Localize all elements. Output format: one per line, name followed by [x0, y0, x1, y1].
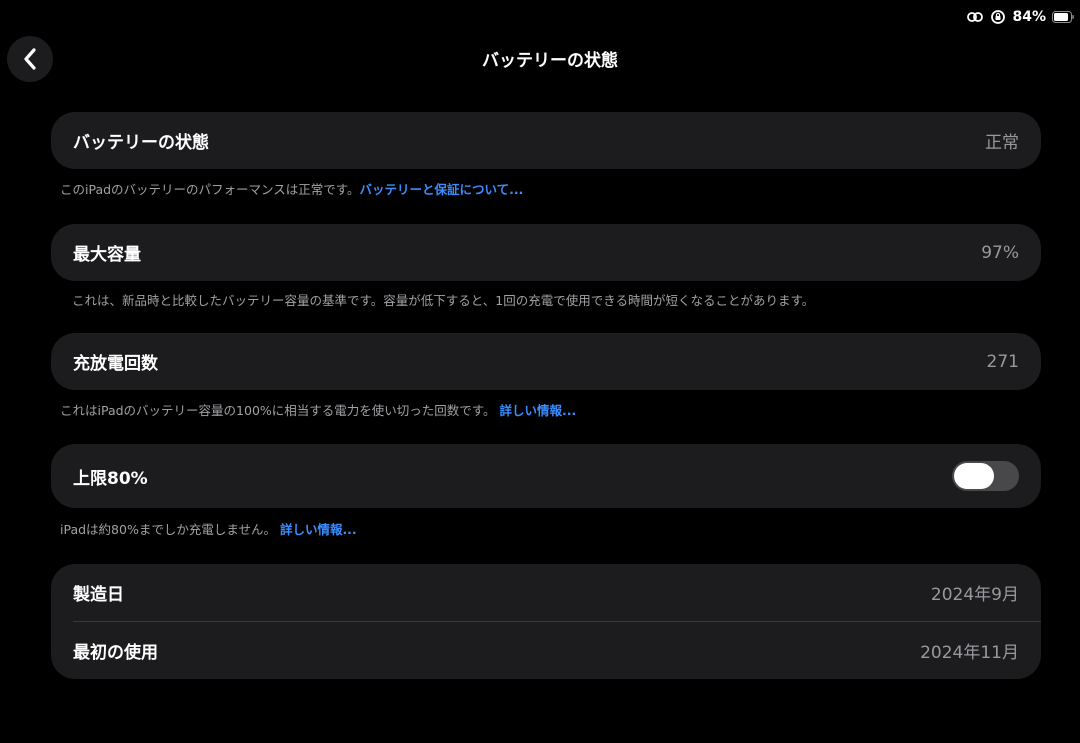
- cycle-count-more-link[interactable]: 詳しい情報...: [500, 403, 577, 418]
- manufacture-date-value: 2024年9月: [930, 585, 1019, 605]
- charge-limit-label: 上限80%: [73, 468, 148, 489]
- battery-health-label: バッテリーの状態: [73, 133, 209, 153]
- battery-icon: [1052, 11, 1074, 23]
- charge-limit-toggle[interactable]: [952, 461, 1019, 491]
- rotation-lock-icon: [991, 10, 1006, 24]
- first-use-value: 2024年11月: [920, 643, 1019, 663]
- first-use-label: 最初の使用: [73, 643, 158, 663]
- page-title: バッテリーの状態: [482, 51, 618, 71]
- battery-warranty-link[interactable]: バッテリーと保証について...: [360, 182, 524, 197]
- max-capacity-label: 最大容量: [73, 245, 141, 265]
- cycle-count-footnote-text: これはiPadのバッテリー容量の100%に相当する電力を使い切った回数です。: [60, 403, 496, 418]
- max-capacity-card: 最大容量 97%: [51, 224, 1041, 281]
- toggle-knob: [954, 463, 994, 489]
- max-capacity-value: 97%: [981, 242, 1019, 263]
- charge-limit-more-link[interactable]: 詳しい情報...: [280, 522, 357, 537]
- manufacture-date-label: 製造日: [73, 585, 124, 605]
- battery-health-row: バッテリーの状態 正常: [51, 112, 1041, 169]
- charge-limit-card: 上限80%: [51, 444, 1041, 508]
- max-capacity-footnote: これは、新品時と比較したバッテリー容量の基準です。容量が低下すると、1回の充電で…: [72, 293, 815, 308]
- max-capacity-row: 最大容量 97%: [51, 224, 1041, 281]
- first-use-row: 最初の使用 2024年11月: [51, 622, 1041, 679]
- battery-health-card: バッテリーの状態 正常: [51, 112, 1041, 169]
- charge-limit-footnote-text: iPadは約80%までしか充電しません。: [60, 522, 276, 537]
- battery-health-footnote-text: このiPadのバッテリーのパフォーマンスは正常です。: [60, 182, 360, 197]
- cycle-count-row: 充放電回数 271: [51, 333, 1041, 390]
- manufacture-date-row: 製造日 2024年9月: [51, 564, 1041, 621]
- dates-card: 製造日 2024年9月 最初の使用 2024年11月: [51, 564, 1041, 679]
- battery-percent: 84%: [1012, 9, 1046, 25]
- status-bar: 84%: [966, 7, 1074, 27]
- cycle-count-value: 271: [986, 351, 1019, 372]
- cycle-count-label: 充放電回数: [73, 354, 158, 374]
- cycle-count-footnote: これはiPadのバッテリー容量の100%に相当する電力を使い切った回数です。 詳…: [60, 400, 576, 419]
- link-icon: [967, 12, 984, 22]
- battery-health-value: 正常: [985, 133, 1019, 153]
- battery-health-footnote: このiPadのバッテリーのパフォーマンスは正常です。バッテリーと保証について..…: [60, 179, 523, 198]
- charge-limit-row: 上限80%: [51, 444, 1041, 508]
- charge-limit-footnote: iPadは約80%までしか充電しません。 詳しい情報...: [60, 519, 357, 538]
- cycle-count-card: 充放電回数 271: [51, 333, 1041, 390]
